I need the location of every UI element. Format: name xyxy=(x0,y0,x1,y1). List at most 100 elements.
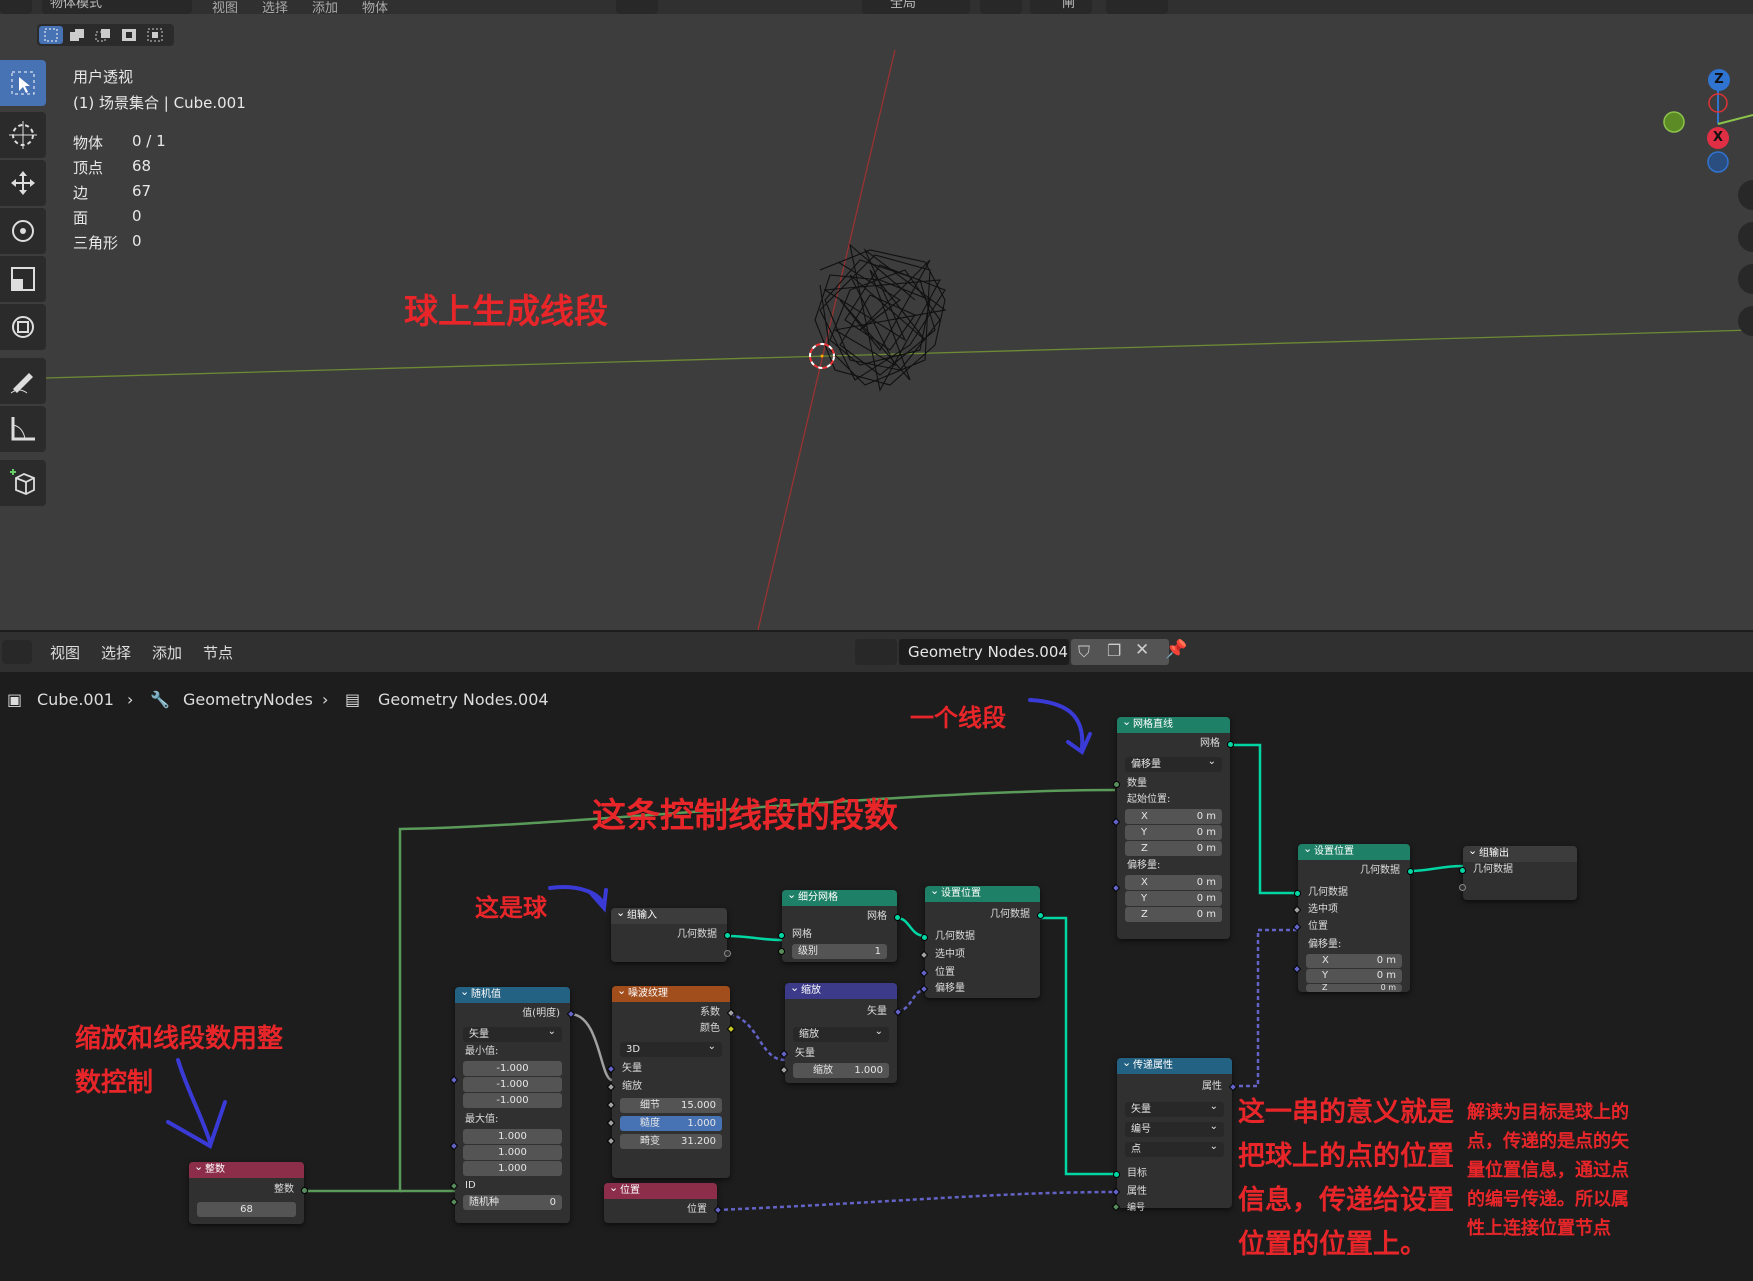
menu-view[interactable]: 视图 xyxy=(50,642,80,663)
socket-geometry-in[interactable] xyxy=(1294,890,1301,897)
node-tree-name-field[interactable]: Geometry Nodes.004 xyxy=(899,639,1069,665)
select-box-tool[interactable] xyxy=(0,60,46,106)
offset-x-field[interactable]: X0 m xyxy=(1125,875,1222,890)
editor-type-button[interactable] xyxy=(0,0,32,14)
start-x-field[interactable]: X0 m xyxy=(1125,809,1222,824)
node-vector-scale[interactable]: 缩放 矢量 缩放 矢量 缩放 1.000 xyxy=(779,980,903,1083)
socket-geometry-out[interactable] xyxy=(1037,912,1044,919)
offset-x-field[interactable]: X0 m xyxy=(1306,954,1402,968)
menu-object[interactable]: 物体 xyxy=(362,0,388,16)
move-tool[interactable] xyxy=(0,160,46,206)
node-set-position-2[interactable]: 设置位置 几何数据 几何数据 选中项 位置 偏移量: X0 m Y0 m Z0 … xyxy=(1292,841,1414,992)
scale-field[interactable]: 缩放 1.000 xyxy=(793,1063,889,1078)
node-transfer-attribute[interactable]: 传递属性 属性 矢量 编号 点 目标 属性 编号 xyxy=(1111,1055,1238,1213)
pivot-button[interactable] xyxy=(980,0,1022,14)
socket-mesh-out[interactable] xyxy=(894,914,901,921)
node-integer[interactable]: 整数 整数 68 xyxy=(189,1159,308,1224)
roughness-field[interactable]: 糙度 1.000 xyxy=(620,1116,722,1131)
socket-geometry-in[interactable] xyxy=(921,934,928,941)
node-subdivide-mesh[interactable]: 细分网格 网格 网格 级别 1 xyxy=(778,887,901,962)
domain-dropdown[interactable]: 点 xyxy=(1125,1139,1224,1157)
type-dropdown[interactable]: 矢量 xyxy=(463,1024,562,1042)
socket-target[interactable] xyxy=(1113,1171,1120,1178)
type-dropdown[interactable]: 矢量 xyxy=(1125,1099,1224,1117)
select-extend-icon[interactable] xyxy=(65,26,89,44)
distortion-field[interactable]: 畸变 31.200 xyxy=(620,1134,722,1149)
offset-y-field[interactable]: Y0 m xyxy=(1306,969,1402,983)
max-x-field[interactable]: 1.000 xyxy=(463,1129,562,1144)
node-editor-canvas[interactable]: ▣ Cube.001 › 🔧 GeometryNodes › ▤ Geometr… xyxy=(0,672,1753,1281)
min-y-field[interactable]: -1.000 xyxy=(463,1077,562,1092)
socket-geometry-in[interactable] xyxy=(1459,867,1466,874)
menu-select[interactable]: 选择 xyxy=(262,0,288,16)
start-z-field[interactable]: Z0 m xyxy=(1125,841,1222,856)
socket-mesh-out[interactable] xyxy=(1227,741,1234,748)
offset-z-field[interactable]: Z0 m xyxy=(1125,907,1222,922)
socket-geometry-out[interactable] xyxy=(1407,868,1414,875)
select-intersect-icon[interactable] xyxy=(143,26,167,44)
min-x-field[interactable]: -1.000 xyxy=(463,1061,562,1076)
integer-value-field[interactable]: 68 xyxy=(197,1202,296,1217)
camera-icon[interactable] xyxy=(1738,264,1753,294)
fake-user-shield-icon[interactable]: ⛉ xyxy=(1078,642,1090,662)
dimension-dropdown[interactable]: 3D xyxy=(620,1039,722,1057)
gizmo-x-axis[interactable]: X xyxy=(1707,127,1729,149)
navigation-gizmo[interactable]: Z X xyxy=(1660,65,1753,175)
max-y-field[interactable]: 1.000 xyxy=(463,1145,562,1160)
ortho-toggle-icon[interactable] xyxy=(1738,306,1753,336)
node-tree-browse-icon[interactable] xyxy=(855,639,897,665)
menu-select[interactable]: 选择 xyxy=(101,642,131,663)
duplicate-icon[interactable]: ❐ xyxy=(1107,641,1121,660)
gizmo-z-axis[interactable]: Z xyxy=(1708,69,1730,91)
node-position[interactable]: 位置 位置 xyxy=(604,1180,723,1223)
add-cube-tool[interactable] xyxy=(0,460,46,506)
annotate-tool[interactable] xyxy=(0,358,46,404)
proportional-edit-button[interactable] xyxy=(1106,0,1168,14)
socket-geometry-out[interactable] xyxy=(724,932,731,939)
select-new-icon[interactable] xyxy=(39,26,63,44)
socket-level[interactable] xyxy=(778,948,785,955)
socket-mesh-in[interactable] xyxy=(778,932,785,939)
select-subtract-icon[interactable] xyxy=(91,26,115,44)
socket-count[interactable] xyxy=(1113,781,1120,788)
max-z-field[interactable]: 1.000 xyxy=(463,1161,562,1176)
mode-dropdown[interactable]: 偏移量 xyxy=(1125,754,1222,772)
editor-type-icon[interactable] xyxy=(2,640,32,664)
socket-empty[interactable] xyxy=(724,950,731,957)
mode-dropdown[interactable]: 编号 xyxy=(1125,1119,1224,1137)
zoom-icon[interactable] xyxy=(1738,180,1753,210)
transform-orientation[interactable]: 全局 xyxy=(862,0,970,14)
menu-add[interactable]: 添加 xyxy=(312,0,338,16)
menu-add[interactable]: 添加 xyxy=(152,642,182,663)
measure-tool[interactable] xyxy=(0,406,46,452)
node-group-input[interactable]: 组输入 几何数据 xyxy=(611,905,731,962)
close-icon[interactable]: ✕ xyxy=(1135,640,1149,660)
cursor-tool[interactable] xyxy=(0,112,46,158)
rotate-tool[interactable] xyxy=(0,208,46,254)
snap-button[interactable]: 闸 xyxy=(1030,0,1092,14)
menu-node[interactable]: 节点 xyxy=(203,642,233,663)
node-noise-texture[interactable]: 噪波纹理 系数 颜色 3D 矢量 缩放 细节 15.000 糙度 1.000 畸变 3… xyxy=(606,983,736,1178)
menu-view[interactable]: 视图 xyxy=(212,0,238,16)
pan-icon[interactable] xyxy=(1738,222,1753,252)
min-z-field[interactable]: -1.000 xyxy=(463,1093,562,1108)
scale-tool[interactable] xyxy=(0,256,46,302)
pin-icon[interactable]: 📌 xyxy=(1165,639,1187,660)
offset-y-field[interactable]: Y0 m xyxy=(1125,891,1222,906)
node-mesh-line[interactable]: 网格直线 网格 偏移量 数量 起始位置: X0 m Y0 m Z0 m 偏移量:… xyxy=(1111,714,1234,939)
mode-selector[interactable]: 物体模式 xyxy=(42,0,192,14)
operation-dropdown[interactable]: 缩放 xyxy=(793,1024,889,1042)
socket-empty[interactable] xyxy=(1459,884,1466,891)
level-field[interactable]: 级别 1 xyxy=(792,944,887,959)
3d-viewport[interactable]: 物体模式 视图 选择 添加 物体 全局 闸 用户透视 (1) 场景集合 | Cu… xyxy=(0,0,1753,630)
node-group-output[interactable]: 组输出 几何数据 xyxy=(1459,843,1577,900)
start-y-field[interactable]: Y0 m xyxy=(1125,825,1222,840)
node-random-value[interactable]: 随机值 值(明度) 矢量 最小值: -1.000 -1.000 -1.000 最… xyxy=(449,984,576,1223)
node-set-position-1[interactable]: 设置位置 几何数据 几何数据 选中项 位置 偏移量 xyxy=(919,883,1044,998)
offset-z-field[interactable]: Z0 m xyxy=(1306,984,1402,992)
annotate-tool-button[interactable] xyxy=(616,0,658,14)
select-invert-icon[interactable] xyxy=(117,26,141,44)
socket-integer-out[interactable] xyxy=(301,1187,308,1194)
seed-field[interactable]: 随机种 0 xyxy=(463,1195,562,1210)
detail-field[interactable]: 细节 15.000 xyxy=(620,1098,722,1113)
